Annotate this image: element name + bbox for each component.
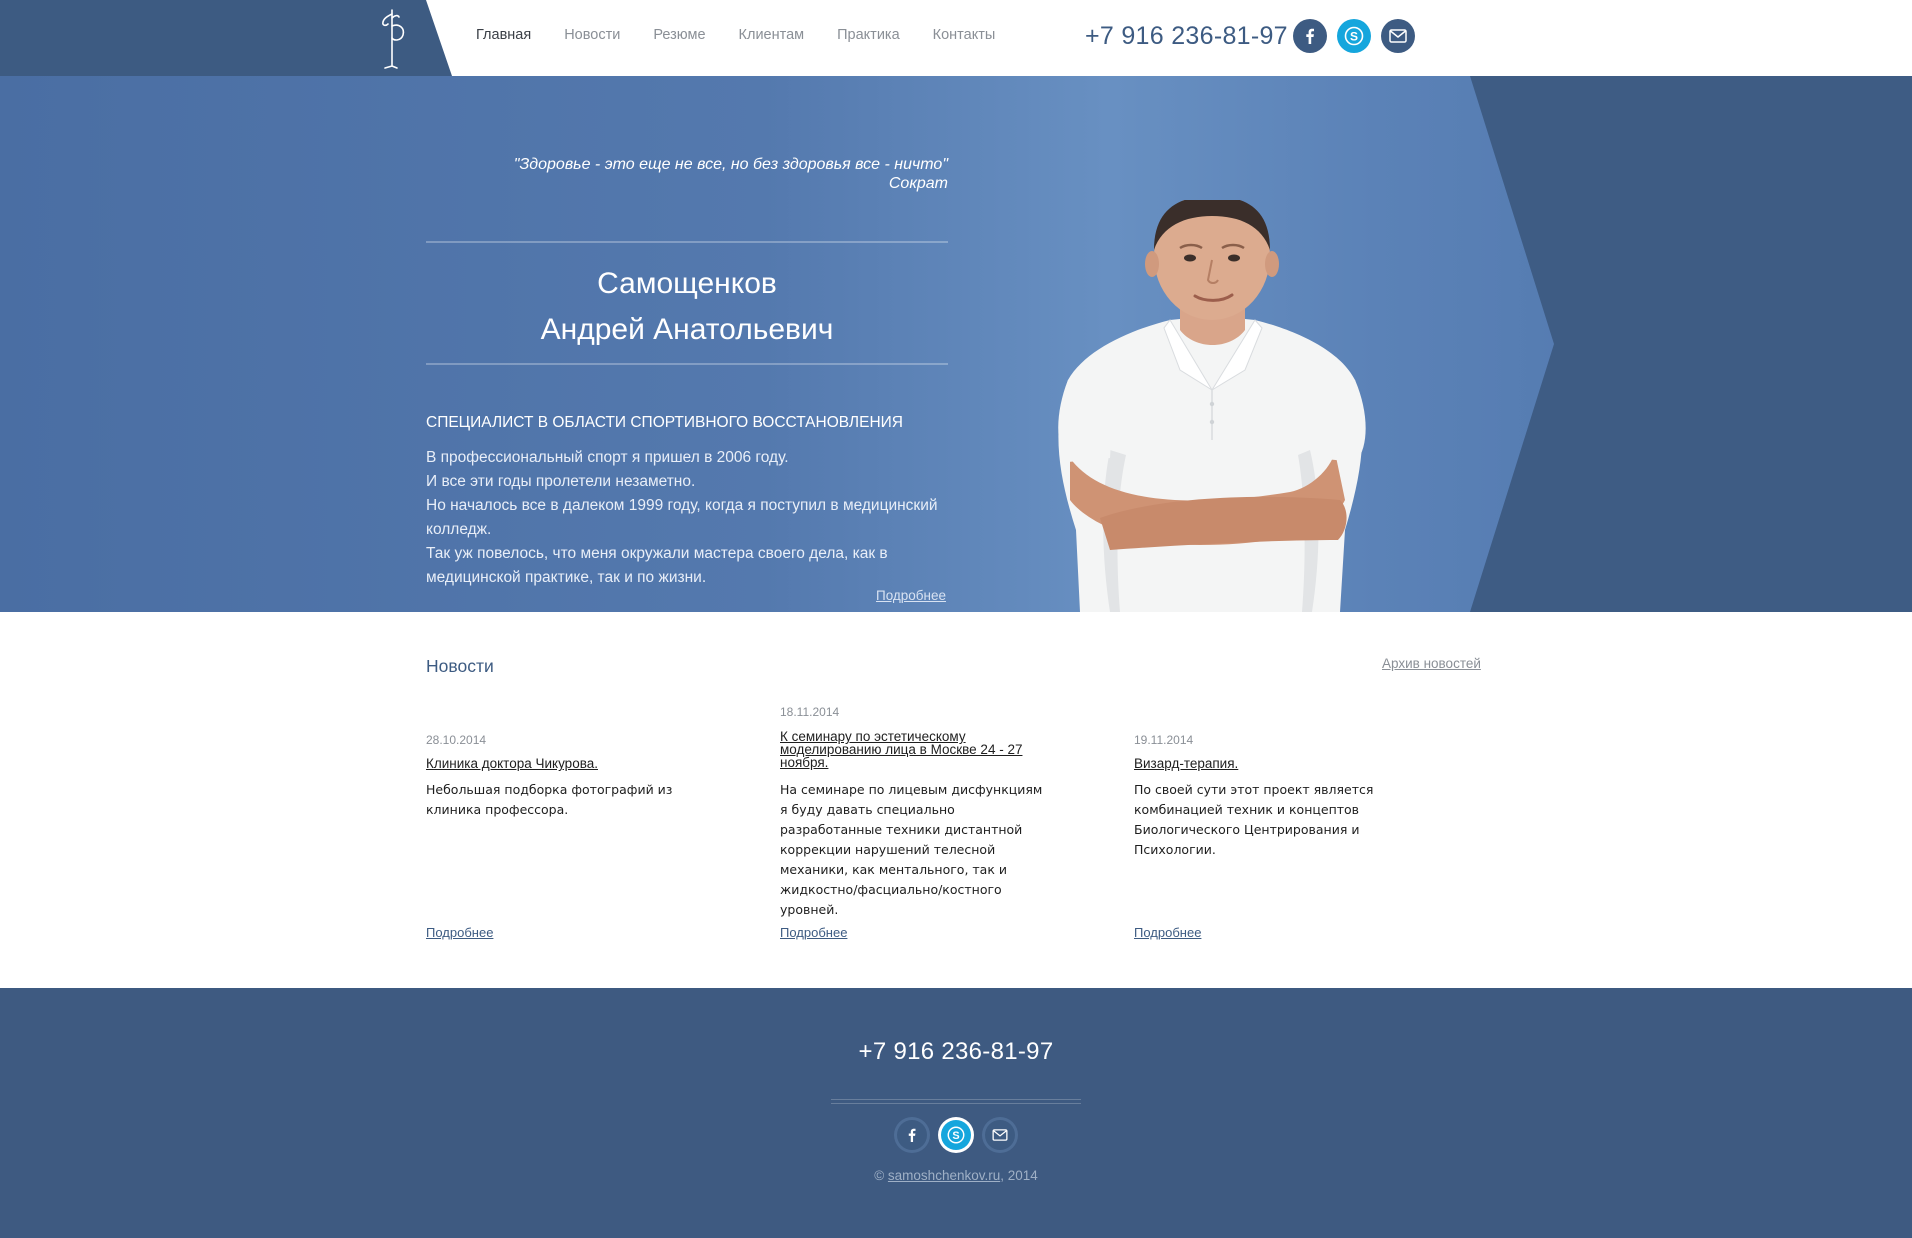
hero-quote: "Здоровье - это еще не все, но без здоро… [426,155,948,193]
bio-line: Но началось все в далеком 1999 году, ког… [426,497,938,538]
site-link[interactable]: samoshchenkov.ru [888,1168,1000,1183]
header-phone: +7 916 236-81-97 [1085,22,1288,50]
news-date: 18.11.2014 [780,705,840,719]
person-surname: Самощенков [597,267,777,300]
nav-item-practice[interactable]: Практика [837,27,900,43]
copyright-symbol: © [874,1168,885,1183]
mail-icon[interactable] [1381,19,1415,53]
main-nav: Главная Новости Резюме Клиентам Практика… [476,27,1028,43]
hero-arrow-panel [1470,76,1912,612]
mail-icon[interactable] [985,1120,1015,1150]
news-title-link[interactable]: Визард-терапия. [1134,757,1404,771]
person-name: Самощенков Андрей Анатольевич [426,261,948,353]
news-date: 19.11.2014 [1134,733,1194,747]
hero-divider-top [426,241,948,243]
footer-divider [831,1099,1081,1100]
hero-banner: "Здоровье - это еще не все, но без здоро… [0,76,1912,612]
news-archive-link[interactable]: Архив новостей [1382,656,1481,671]
news-more-link[interactable]: Подробнее [780,925,847,940]
news-more-link[interactable]: Подробнее [1134,925,1201,940]
news-section-title: Новости [426,656,494,676]
hero-more-link[interactable]: Подробнее [876,588,946,603]
person-photo [1058,200,1366,612]
hero-divider-bottom [426,363,948,365]
nav-item-home[interactable]: Главная [476,27,531,43]
quote-text: "Здоровье - это еще не все, но без здоро… [513,156,948,173]
nav-item-clients[interactable]: Клиентам [739,27,805,43]
skype-icon[interactable]: S [1337,19,1371,53]
skype-icon[interactable]: S [941,1120,971,1150]
facebook-icon[interactable] [1293,19,1327,53]
site-footer: +7 916 236-81-97 S © samoshchenkov.ru, 2… [0,988,1912,1238]
bio-text: В профессиональный спорт я пришел в 2006… [426,446,948,590]
logo-icon[interactable] [372,6,412,70]
news-excerpt: На семинаре по лицевым дисфункциям я буд… [780,782,1043,917]
specialist-heading: СПЕЦИАЛИСТ В ОБЛАСТИ СПОРТИВНОГО ВОССТАН… [426,414,903,431]
bio-line: Так уж повелось, что меня окружали масте… [426,545,888,586]
footer-divider [831,1103,1081,1104]
svg-text:S: S [952,1130,959,1142]
bio-line: В профессиональный спорт я пришел в 2006… [426,449,789,466]
quote-author: Сократ [888,175,948,192]
copyright: © samoshchenkov.ru, 2014 [0,1168,1912,1183]
footer-phone: +7 916 236-81-97 [858,1038,1054,1065]
nav-item-news[interactable]: Новости [564,27,620,43]
news-excerpt: Небольшая подборка фотографий из клиника… [426,782,673,817]
facebook-icon[interactable] [897,1120,927,1150]
site-header: Главная Новости Резюме Клиентам Практика… [0,0,1912,76]
news-title-link[interactable]: К семинару по эстетическому моделировани… [780,730,1050,770]
svg-text:S: S [1350,30,1358,44]
news-more-link[interactable]: Подробнее [426,925,493,940]
news-date: 28.10.2014 [426,733,487,747]
copyright-year: , 2014 [1000,1168,1038,1183]
news-excerpt: По своей сути этот проект является комби… [1134,782,1374,857]
nav-item-resume[interactable]: Резюме [653,27,705,43]
news-title-link[interactable]: Клиника доктора Чикурова. [426,757,696,771]
bio-line: И все эти годы пролетели незаметно. [426,473,696,490]
nav-item-contacts[interactable]: Контакты [933,27,996,43]
person-given-name: Андрей Анатольевич [540,313,834,346]
